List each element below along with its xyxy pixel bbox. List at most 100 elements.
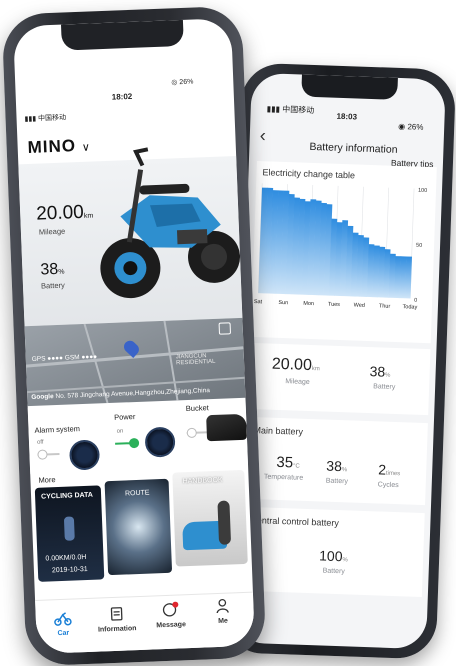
chart-xtick: Tues (328, 302, 340, 308)
cycles-unit: times (385, 470, 401, 478)
central-battery-unit: % (342, 557, 348, 564)
battery-value: 38% (40, 261, 65, 280)
chart-ytick: 0 (414, 298, 417, 304)
status-time: 18:03 (336, 111, 358, 122)
tile-title: ROUTE (124, 489, 150, 498)
vehicle-name: MINO (27, 136, 77, 157)
power-toggle[interactable] (115, 437, 140, 449)
power-label: Power (113, 412, 136, 422)
back-button[interactable]: ‹ (259, 125, 266, 146)
chart-xtick: Sat (254, 299, 263, 305)
alarm-toggle[interactable] (37, 449, 60, 460)
temperature-value: 35°C (276, 454, 300, 472)
electricity-chart-card: Electricity change table 100 50 0 Sat Sun Mon… (250, 161, 437, 344)
tile-title: CYCLING DATA (40, 491, 94, 501)
lock-icon[interactable] (218, 322, 232, 335)
wifi-icon: ◉ (398, 121, 406, 132)
tab-label: Message (156, 621, 187, 630)
status-carrier: ▮▮▮ 中国移动 (267, 103, 315, 116)
chart-xtick: Sun (278, 300, 288, 306)
chart-title: Electricity change table (262, 167, 356, 181)
bucket-image (206, 413, 248, 442)
temperature-number: 35 (276, 453, 294, 472)
tile-title: HANDBOOK (182, 476, 223, 486)
temperature-label: Temperature (263, 473, 304, 482)
main-battery-number: 38 (326, 457, 343, 475)
carrier-text: 中国移动 (282, 104, 315, 115)
battery-value: 38% (369, 363, 390, 380)
mileage-label: Mileage (285, 378, 310, 386)
mileage-value: 20.00km (272, 356, 321, 376)
tab-label: Car (57, 629, 70, 638)
main-battery-label: Battery (325, 477, 349, 486)
power-state: on (116, 428, 124, 435)
handbook-tile[interactable]: HANDBOOK (172, 469, 248, 567)
cycling-date: 2019-10-31 (51, 565, 88, 575)
alarm-icon: ◎ (171, 79, 178, 87)
chart-xtick: Today (402, 304, 417, 311)
cycles-label: Cycles (377, 481, 399, 490)
status-carrier: ▮▮▮ 中国移动 (24, 112, 66, 124)
tab-message[interactable]: Message (145, 601, 196, 630)
controls-row: Alarm system off Power on Bucket (27, 399, 249, 475)
rider-figure (63, 516, 75, 541)
notch (60, 19, 184, 51)
more-label: More (38, 475, 56, 485)
mileage-label: Mileage (38, 226, 66, 237)
main-battery-unit: % (341, 467, 348, 474)
google-logo: Google (31, 393, 54, 401)
document-icon (110, 607, 123, 621)
main-battery-value: 38% (326, 458, 347, 475)
alarm-state: off (36, 439, 44, 446)
front-phone: ▮▮▮ 中国移动 18:02 ◎ 26% MINO ∨ 20.00km Mile… (1, 5, 267, 666)
signal-icon: ▮▮▮ (24, 115, 37, 124)
chart-ytick: 100 (418, 188, 427, 194)
mileage-value: 20.00km (36, 201, 94, 225)
tab-label: Information (97, 625, 137, 634)
handbook-person (217, 500, 232, 545)
tab-bar: Car Information Message Me (35, 591, 255, 654)
route-tile[interactable]: ROUTE (104, 478, 173, 576)
alarm-dial-icon[interactable] (68, 439, 101, 471)
carrier-text: 中国移动 (37, 114, 67, 123)
motorcycle-image (100, 147, 241, 299)
battery-info-screen: ▮▮▮ 中国移动 18:03 ◉ 26% ‹ Battery informati… (232, 72, 446, 650)
power-dial-icon[interactable] (144, 426, 176, 458)
electricity-chart: 100 50 0 Sat Sun Mon Tues Wed Thur Today (254, 183, 427, 311)
vehicle-hero: 20.00km Mileage 38% Battery (18, 147, 243, 327)
cycles-value: 2times (378, 461, 401, 478)
battery-percent: 26% (407, 122, 424, 132)
mileage-unit: km (311, 366, 320, 373)
battery-unit: % (384, 372, 391, 379)
chart-ytick: 50 (416, 243, 422, 249)
page-title: Battery information (309, 140, 398, 156)
cycling-data-tile[interactable]: CYCLING DATA 0.00KM/0.0H 2019-10-31 (34, 485, 105, 582)
tab-information[interactable]: Information (91, 605, 142, 634)
bucket-label: Bucket (185, 403, 209, 414)
temperature-unit: °C (292, 463, 300, 470)
main-battery-card: Main battery 35°C Temperature 38% Batter… (245, 416, 428, 506)
district-label: JIANGCUN RESIDENTIAL (175, 353, 216, 367)
signal-icon: ▮▮▮ (266, 104, 281, 114)
tab-car[interactable]: Car (37, 609, 88, 638)
tab-label: Me (218, 617, 229, 625)
person-icon (216, 598, 229, 614)
battery-label: Battery (40, 280, 65, 291)
tab-me[interactable]: Me (197, 597, 248, 626)
summary-card: 20.00km Mileage 38% Battery (248, 342, 431, 416)
location-map[interactable]: GPS ●●●● GSM ●●●● JIANGCUN RESIDENTIAL G… (24, 317, 246, 407)
battery-unit: % (58, 268, 65, 276)
status-battery: ◉ 26% (398, 122, 424, 132)
status-time: 18:02 (111, 91, 133, 102)
mileage-unit: km (83, 212, 94, 220)
central-battery-value: 100% (319, 547, 348, 564)
chart-xtick: Wed (354, 302, 365, 308)
message-icon (162, 601, 179, 617)
battery-label: Battery (373, 383, 396, 391)
alarm-label: Alarm system (34, 424, 81, 435)
bucket-toggle[interactable] (186, 427, 209, 439)
status-battery: ◎ 26% (171, 78, 193, 87)
mileage-number: 20.00 (271, 355, 313, 375)
notch (301, 74, 398, 100)
battery-percent: 26% (179, 78, 194, 87)
